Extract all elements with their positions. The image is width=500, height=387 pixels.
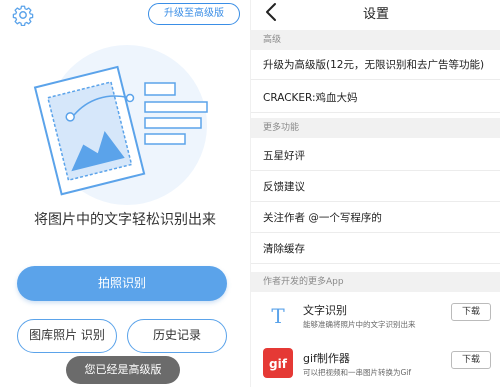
settings-screen: 设置 高级 升级为高级版(12元，无限识别和去广告等功能) CRACKER:鸡血… bbox=[250, 0, 500, 387]
download-button[interactable]: 下载 bbox=[451, 303, 491, 321]
clear-cache-row[interactable]: 清除缓存 bbox=[251, 234, 500, 264]
feedback-row[interactable]: 反馈建议 bbox=[251, 172, 500, 202]
app-name: gif制作器 bbox=[303, 352, 350, 365]
app-icon-text: T bbox=[271, 304, 285, 328]
text-recognition-app-icon: T bbox=[265, 302, 291, 328]
gear-icon[interactable] bbox=[12, 4, 34, 26]
app-icon-text: gif bbox=[269, 357, 288, 371]
settings-header: 设置 bbox=[251, 0, 500, 26]
cracker-row[interactable]: CRACKER:鸡血大妈 bbox=[251, 83, 500, 113]
page-title: 设置 bbox=[362, 7, 389, 22]
toast-message: 您已经是高级版 bbox=[66, 356, 180, 384]
gif-maker-app-icon: gif bbox=[263, 348, 293, 378]
upgrade-row[interactable]: 升级为高级版(12元，无限识别和去广告等功能) bbox=[251, 50, 500, 80]
rate-row[interactable]: 五星好评 bbox=[251, 141, 500, 171]
section-header-advanced: 高级 bbox=[251, 30, 500, 50]
document-scan-illustration bbox=[33, 45, 208, 205]
tagline: 将图片中的文字轻松识别出来 bbox=[34, 212, 216, 228]
section-header-more: 更多功能 bbox=[251, 118, 500, 138]
app-name: 文字识别 bbox=[303, 304, 347, 317]
gallery-recognize-button[interactable]: 图库照片 识别 bbox=[17, 319, 117, 353]
section-header-apps: 作者开发的更多App bbox=[251, 272, 500, 292]
camera-recognize-button[interactable]: 拍照识别 bbox=[17, 266, 227, 301]
follow-author-row[interactable]: 关注作者 @一个写程序的 bbox=[251, 203, 500, 233]
app-description: 可以把视频和一串图片转换为Gif bbox=[303, 368, 412, 377]
upgrade-button[interactable]: 升级至高级版 bbox=[148, 3, 240, 25]
home-screen: 升级至高级版 将图片中的文字轻松识别出来 拍照识别 图库照片 识别 历史记录 您… bbox=[0, 0, 250, 387]
app-item: gif gif制作器 可以把视频和一串图片转换为Gif 下载 bbox=[251, 344, 500, 387]
download-button[interactable]: 下载 bbox=[451, 351, 491, 369]
app-item: T 文字识别 能够准确将照片中的文字识别出来 下载 bbox=[251, 296, 500, 340]
history-button[interactable]: 历史记录 bbox=[127, 319, 227, 353]
app-description: 能够准确将照片中的文字识别出来 bbox=[303, 320, 416, 329]
